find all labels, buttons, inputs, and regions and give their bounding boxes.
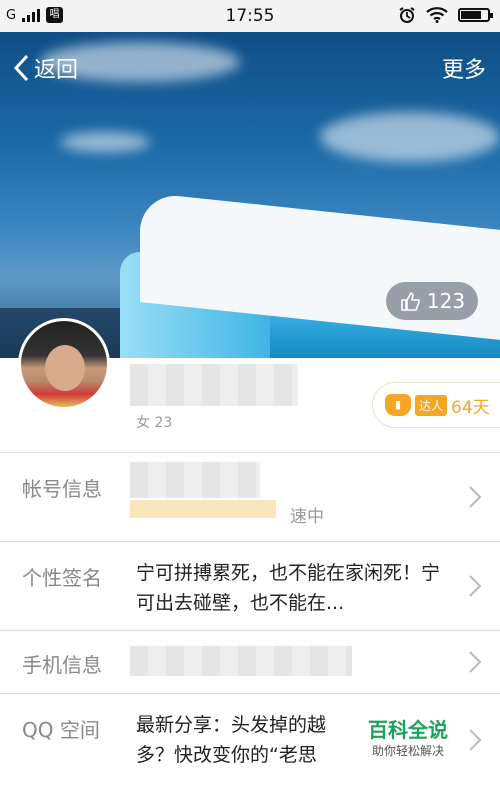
watermark-title: 百科全说	[368, 718, 448, 742]
status-bar: G 唱 17:55	[0, 0, 500, 32]
chevron-right-icon	[468, 485, 482, 509]
cloud-shape	[320, 112, 500, 162]
more-button[interactable]: 更多	[442, 52, 486, 84]
signature-text: 宁可拼搏累死，也不能在家闲死！宁可出去碰壁，也不能在...	[136, 562, 441, 614]
status-right	[398, 6, 493, 24]
back-button[interactable]: 返回	[12, 52, 78, 84]
account-pixelated	[130, 462, 260, 498]
row-label: 个性签名	[22, 566, 102, 590]
accelerate-text: 速中	[290, 507, 324, 527]
back-label: 返回	[34, 58, 79, 83]
alarm-icon	[399, 7, 415, 23]
level-bar-pixelated	[130, 500, 276, 518]
chevron-right-icon	[468, 728, 482, 752]
qzone-latest-share: 最新分享：头发掉的越多？快改变你的“老思	[136, 714, 327, 766]
like-count: 123	[426, 289, 466, 313]
watermark: 百科全说 助你轻松解决	[360, 714, 470, 764]
badge-tag: 达人	[415, 394, 448, 416]
avatar[interactable]	[18, 318, 110, 410]
chevron-right-icon	[468, 650, 482, 674]
cloud-shape	[60, 132, 150, 152]
row-label: 手机信息	[22, 653, 102, 677]
thumbs-up-icon	[401, 291, 420, 311]
talent-badge[interactable]: ▮ 达人 64天	[372, 382, 500, 428]
phone-pixelated	[130, 646, 352, 676]
row-label: QQ 空间	[22, 718, 100, 742]
nickname-pixelated	[130, 364, 298, 406]
chevron-right-icon	[468, 574, 482, 598]
row-label: 帐号信息	[22, 477, 102, 501]
wifi-icon	[426, 7, 448, 23]
row-signature[interactable]: 个性签名 宁可拼搏累死，也不能在家闲死！宁可出去碰壁，也不能在...	[0, 541, 500, 630]
like-button[interactable]: 123	[386, 282, 478, 320]
wing-phone-icon: ▮	[385, 394, 411, 416]
watermark-subtitle: 助你轻松解决	[372, 744, 445, 758]
badge-days: 64天	[451, 397, 490, 418]
avatar-face	[45, 345, 85, 391]
battery-icon	[458, 8, 493, 22]
chevron-left-icon	[13, 54, 29, 82]
profile-subtitle: 女 23	[136, 415, 173, 431]
